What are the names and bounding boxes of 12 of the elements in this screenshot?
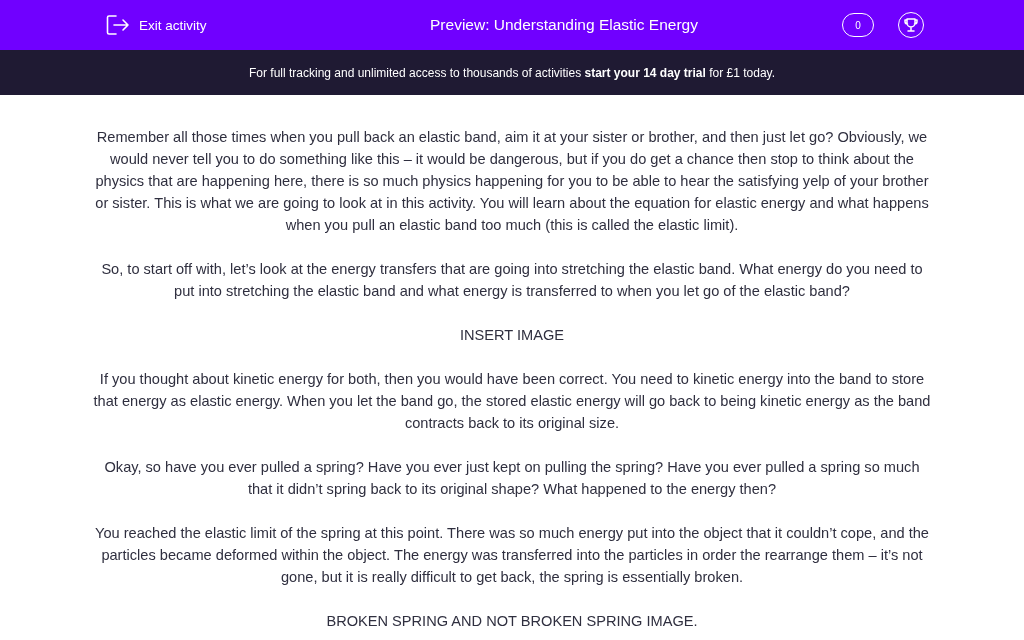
- exit-activity-button[interactable]: Exit activity: [106, 14, 207, 36]
- exit-icon: [106, 14, 130, 36]
- trophy-icon: [902, 16, 920, 34]
- paragraph: You reached the elastic limit of the spring at this point. There was so much energy put into the object that it couldn’t cope, and the particles became deformed within the object. The energy was transferred into the particles in order the rearrange them – it’s not gone, but it is really difficult to get back, the spring is essentially broken.: [94, 524, 930, 587]
- trial-message: For full tracking and unlimited access to thousands of activities start your 14 day trial for £1 today.: [248, 65, 775, 80]
- paragraph: Okay, so have you ever pulled a spring? Have you ever just kept on pulling the spring? Have you ever pulled a spring so much that it didn’t spring back to its original shape? What happened to the energy then?: [103, 458, 921, 499]
- paragraph: INSERT IMAGE: [458, 326, 566, 345]
- paragraph: So, to start off with, let’s look at the energy transfers that are going into stretching the elastic band. What energy do you need to put into stretching the elastic band and what energy is transferred to when you let go of the elastic band?: [100, 260, 924, 301]
- paragraph: Remember all those times when you pull back an elastic band, aim it at your sister or brother, and then just let go? Obviously, we would never tell you to do something like this – it would be dangerous, but if you do get a chance then stop to think about the physics that are happening here, there is so much physics happening for you to be able to hear the satisfying yelp of your brother or sister. This is what we are going to look at in this activity. You will learn about the equation for elastic energy and what happens when you pull an elastic band too much (this is called the elastic limit).: [94, 128, 930, 235]
- paragraph: If you thought about kinetic energy for both, then you would have been correct. You need to kinetic energy into the band to store that energy as elastic energy. When you let the band go, the stored elastic energy will go back to being kinetic energy as the band contracts back to its original size.: [92, 370, 932, 433]
- activity-title: Preview: Understanding Elastic Energy: [429, 16, 699, 34]
- paragraph: BROKEN SPRING AND NOT BROKEN SPRING IMAGE.: [325, 612, 699, 631]
